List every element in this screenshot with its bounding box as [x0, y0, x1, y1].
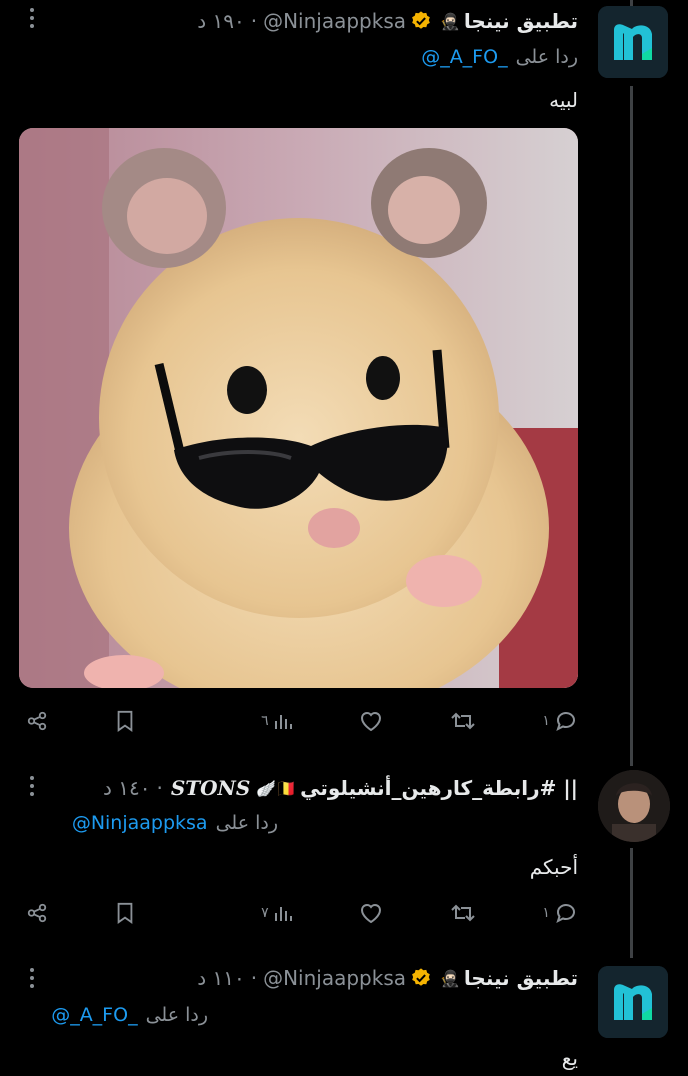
avatar-photo-image: [598, 770, 670, 842]
avatar-user[interactable]: [598, 770, 670, 842]
more-vertical-icon[interactable]: [26, 8, 38, 28]
bookmark-icon: [117, 902, 132, 924]
reply-label: ردا على: [215, 812, 278, 834]
share-icon: [27, 903, 47, 923]
like-button[interactable]: [359, 710, 383, 732]
thread-line-1: [630, 86, 633, 766]
tweet-actions: ٦ ١: [26, 706, 578, 736]
more-vertical-icon[interactable]: [26, 968, 38, 988]
ninja-emoji: 🥷🏻: [440, 968, 460, 988]
reply-handle[interactable]: @_A_FO_: [421, 46, 507, 68]
share-button[interactable]: [26, 710, 48, 732]
like-icon: [361, 904, 382, 924]
verified-badge-icon: [412, 11, 430, 29]
reply-label: ردا على: [145, 1004, 208, 1026]
ninja-logo-icon: [598, 966, 668, 1038]
reply-label: ردا على: [515, 46, 578, 68]
like-icon: [361, 712, 382, 732]
more-vertical-icon[interactable]: [26, 776, 38, 796]
tweet-text: يع: [561, 1046, 578, 1070]
tweet-media-image[interactable]: [19, 128, 578, 688]
separator-dot: ·: [250, 9, 258, 33]
flag-wing-emoji: 🪽🇧🇪: [256, 778, 297, 798]
reply-icon: [556, 904, 575, 923]
tweet-header: رابطة_كارهين_أنشيلوتي# || 🪽🇧🇪 STONS · ١٤…: [103, 772, 578, 804]
tweet-header: تطبيق نينجا 🥷🏻 @Ninjaappksa · ١١٠ د: [197, 963, 578, 993]
share-button[interactable]: [26, 902, 48, 924]
tweet-actions: ٧ ١: [26, 898, 578, 928]
author-name[interactable]: رابطة_كارهين_أنشيلوتي# ||: [300, 776, 578, 800]
thread-line-2: [630, 848, 633, 958]
author-name[interactable]: تطبيق نينجا: [464, 9, 578, 33]
retweet-button[interactable]: [450, 710, 476, 732]
reply-context: ردا على @Ninjaappksa: [72, 812, 278, 834]
ninja-logo-icon: [598, 6, 668, 78]
bookmark-button[interactable]: [115, 902, 135, 924]
timestamp[interactable]: ١٩٠ د: [197, 9, 245, 33]
bookmark-icon: [117, 710, 132, 732]
like-button[interactable]: [359, 902, 383, 924]
retweet-button[interactable]: [450, 902, 476, 924]
hamster-sunglasses-image: [19, 128, 578, 688]
timestamp[interactable]: ١١٠ د: [197, 966, 245, 990]
reply-count: ١: [542, 713, 550, 729]
tweet-header: تطبيق نينجا 🥷🏻 @Ninjaappksa · ١٩٠ د: [197, 6, 578, 36]
author-handle[interactable]: @Ninjaappksa: [263, 9, 406, 33]
ninja-emoji: 🥷🏻: [440, 11, 460, 31]
share-icon: [27, 711, 47, 731]
views-icon: [274, 907, 292, 921]
views-button[interactable]: ٦: [261, 711, 293, 731]
views-count: ٧: [261, 905, 269, 921]
reply-button[interactable]: ١: [542, 902, 578, 924]
reply-context: ردا على @_A_FO_: [51, 1004, 208, 1026]
views-icon: [274, 715, 292, 729]
separator-dot: ·: [156, 776, 163, 800]
author-handle[interactable]: @Ninjaappksa: [263, 966, 406, 990]
retweet-icon: [451, 904, 475, 922]
reply-icon: [556, 712, 575, 731]
views-button[interactable]: ٧: [261, 903, 293, 923]
tweet-text: أحبكم: [529, 855, 578, 879]
verified-badge-icon: [412, 968, 430, 986]
bookmark-button[interactable]: [115, 710, 135, 732]
reply-context: ردا على @_A_FO_: [421, 46, 578, 68]
retweet-icon: [451, 712, 475, 730]
reply-handle[interactable]: @Ninjaappksa: [72, 812, 208, 834]
reply-handle[interactable]: @_A_FO_: [51, 1004, 137, 1026]
author-name[interactable]: تطبيق نينجا: [464, 966, 578, 990]
author-name-extra: STONS: [170, 776, 251, 800]
views-count: ٦: [261, 713, 269, 729]
reply-count: ١: [542, 905, 550, 921]
separator-dot: ·: [250, 966, 258, 990]
avatar-ninja-app[interactable]: [598, 966, 668, 1038]
timestamp[interactable]: ١٤٠ د: [103, 776, 151, 800]
tweet-text: لبيه: [549, 88, 578, 112]
avatar-ninja-app[interactable]: [598, 6, 668, 78]
reply-button[interactable]: ١: [542, 710, 578, 732]
